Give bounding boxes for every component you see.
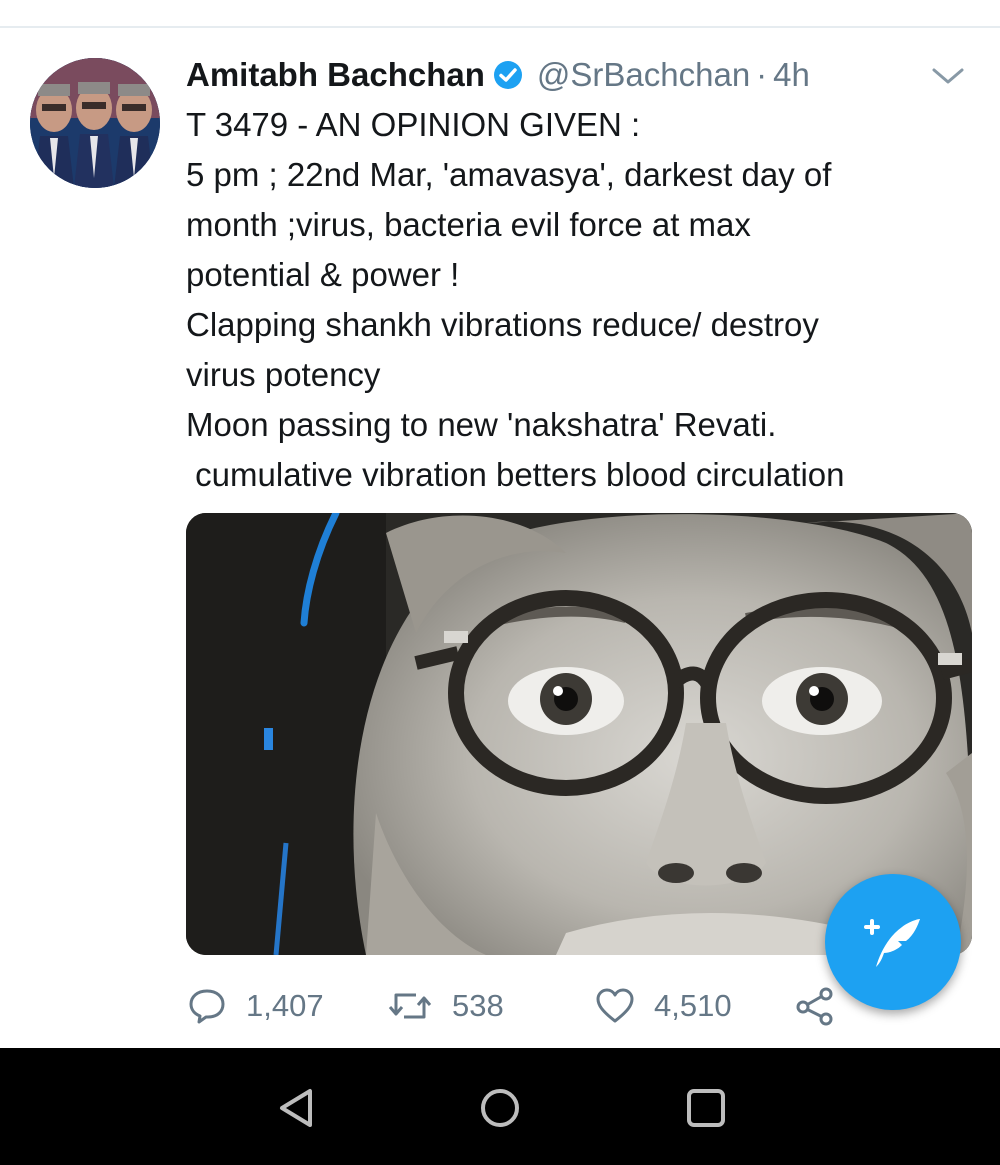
compose-tweet-button[interactable] xyxy=(825,874,961,1010)
tweet-line: month ;virus, bacteria evil force at max xyxy=(186,206,751,243)
tweet-line: 5 pm ; 22nd Mar, 'amavasya', darkest day… xyxy=(186,156,832,193)
share-button[interactable] xyxy=(794,980,836,1032)
reply-button[interactable]: 1,407 xyxy=(186,980,324,1032)
user-handle[interactable]: @SrBachchan xyxy=(537,56,750,94)
reply-count: 1,407 xyxy=(246,988,324,1023)
tweet-line: Moon passing to new 'nakshatra' Revati. xyxy=(186,406,777,443)
tweet-timestamp[interactable]: 4h xyxy=(773,56,810,94)
tweet-text: T 3479 - AN OPINION GIVEN : 5 pm ; 22nd … xyxy=(186,100,986,500)
tweet-line: cumulative vibration betters blood circu… xyxy=(186,456,845,493)
verified-badge-icon xyxy=(493,60,523,90)
retweet-button[interactable]: 538 xyxy=(386,980,504,1032)
tweet-header: Amitabh Bachchan @SrBachchan · 4h xyxy=(186,52,810,98)
chevron-down-icon[interactable] xyxy=(930,64,966,88)
like-count: 4,510 xyxy=(654,988,732,1023)
tweet-line: potential & power ! xyxy=(186,256,460,293)
tweet-actions: 1,407 538 4,510 xyxy=(186,980,846,1032)
top-divider xyxy=(0,26,1000,28)
retweet-icon xyxy=(386,985,434,1027)
tweet-line: virus potency xyxy=(186,356,381,393)
like-button[interactable]: 4,510 xyxy=(594,980,732,1032)
home-circle-icon[interactable] xyxy=(478,1086,522,1130)
reply-icon xyxy=(186,985,228,1027)
retweet-count: 538 xyxy=(452,988,504,1023)
avatar-image xyxy=(30,58,160,188)
display-name[interactable]: Amitabh Bachchan xyxy=(186,56,485,94)
avatar[interactable] xyxy=(30,58,160,188)
recents-square-icon[interactable] xyxy=(684,1086,728,1130)
android-nav-bar xyxy=(0,1048,1000,1165)
share-icon xyxy=(794,985,836,1027)
tweet-line: T 3479 - AN OPINION GIVEN : xyxy=(186,106,641,143)
back-triangle-icon[interactable] xyxy=(274,1086,318,1130)
separator-dot: · xyxy=(756,56,768,93)
heart-icon xyxy=(594,985,636,1027)
tweet-line: Clapping shankh vibrations reduce/ destr… xyxy=(186,306,819,343)
compose-tweet-icon xyxy=(858,905,928,980)
